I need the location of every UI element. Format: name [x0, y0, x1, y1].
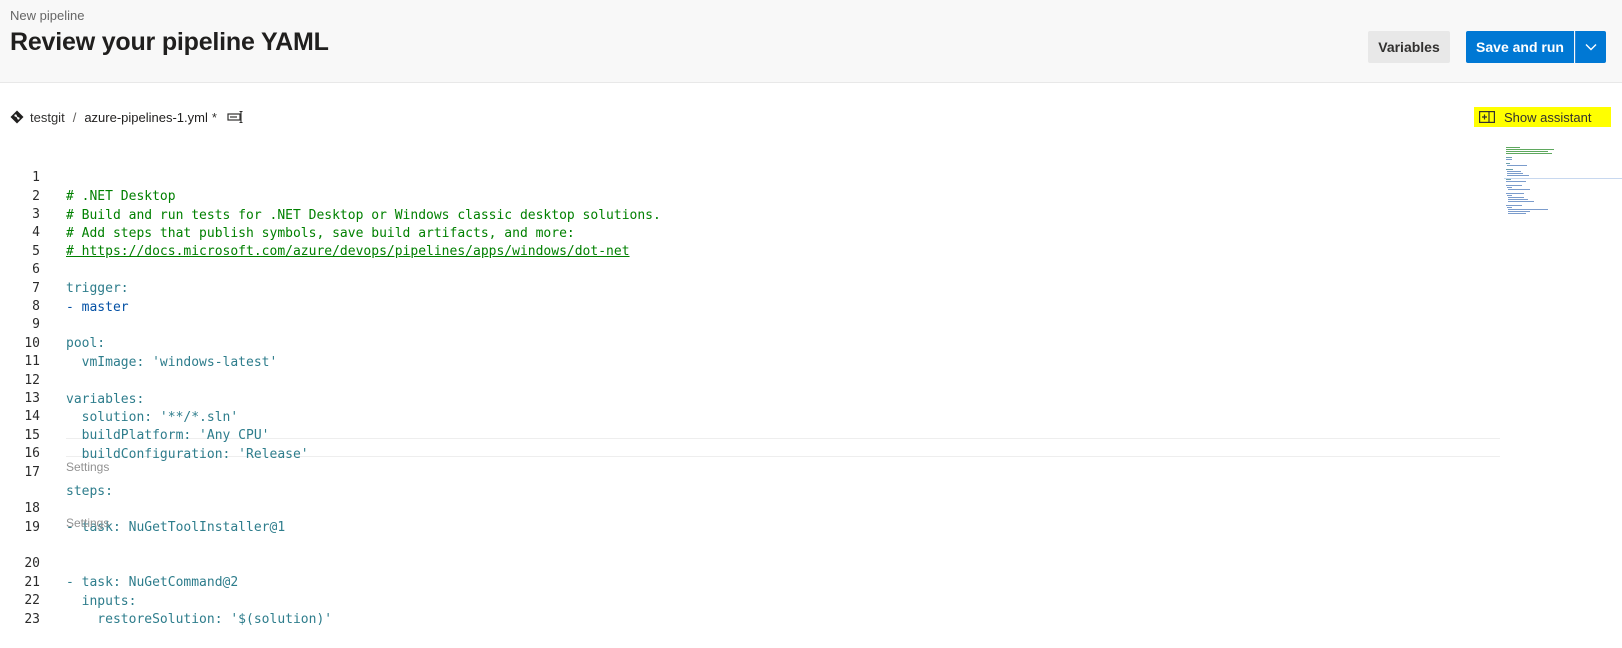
code-line[interactable]: 19: [0, 499, 1500, 535]
code-line[interactable]: 4 # https://docs.microsoft.com/azure/dev…: [0, 204, 1500, 259]
save-and-run-button[interactable]: Save and run: [1466, 31, 1574, 63]
settings-codelens[interactable]: Settings: [66, 516, 109, 530]
save-and-run-dropdown-button[interactable]: [1575, 31, 1606, 63]
code-line[interactable]: 17 steps:: [0, 444, 1500, 499]
file-name: azure-pipelines-1.yml: [84, 109, 208, 125]
show-assistant-label: Show assistant: [1504, 109, 1592, 125]
page-title: Review your pipeline YAML: [10, 28, 329, 56]
show-assistant-button[interactable]: Show assistant: [1474, 107, 1611, 127]
variables-button[interactable]: Variables: [1368, 31, 1450, 63]
rename-file-icon[interactable]: [227, 110, 245, 124]
code-text: restoreSolution: '$(solution)': [66, 612, 333, 627]
code-line[interactable]: 20 - task: NuGetCommand@2: [0, 535, 1500, 590]
code-line[interactable]: 16: [0, 425, 1500, 461]
settings-codelens[interactable]: Settings: [66, 460, 109, 474]
page-header: New pipeline Review your pipeline YAML V…: [0, 0, 1622, 83]
code-line[interactable]: 6 trigger:: [0, 241, 1500, 296]
code-line[interactable]: 10 vmImage: 'windows-latest': [0, 315, 1500, 370]
code-line[interactable]: 18 - task: NuGetToolInstaller@1: [0, 480, 1500, 535]
unsaved-marker: *: [211, 109, 217, 125]
code-line[interactable]: 12 variables:: [0, 352, 1500, 407]
chevron-down-icon: [1585, 44, 1597, 51]
code-line[interactable]: 22 restoreSolution: '$(solution)': [0, 572, 1500, 627]
line-number: 23: [24, 612, 40, 627]
page-subtitle: New pipeline: [10, 8, 85, 23]
code-line[interactable]: 7 - master: [0, 260, 1500, 315]
repo-name[interactable]: testgit: [30, 110, 65, 125]
file-breadcrumb: testgit / azure-pipelines-1.yml *: [10, 105, 245, 129]
code-line[interactable]: 3 # Add steps that publish symbols, save…: [0, 186, 1500, 241]
minimap-lines: [1506, 147, 1554, 214]
code-line[interactable]: 23: [0, 591, 1500, 627]
code-line[interactable]: 13 solution: '**/*.sln': [0, 370, 1500, 425]
breadcrumb-separator: /: [72, 109, 77, 125]
git-repo-icon: [10, 110, 24, 124]
code-minimap[interactable]: [1504, 146, 1622, 626]
code-line[interactable]: 11: [0, 333, 1500, 369]
code-line[interactable]: 21 inputs:: [0, 554, 1500, 609]
assistant-panel-icon: [1479, 111, 1495, 123]
code-line[interactable]: 1 # .NET Desktop: [0, 149, 1500, 204]
code-line[interactable]: 15 buildConfiguration: 'Release': [0, 407, 1500, 462]
code-line[interactable]: 14 buildPlatform: 'Any CPU': [0, 388, 1500, 443]
code-line[interactable]: 2 # Build and run tests for .NET Desktop…: [0, 168, 1500, 223]
yaml-editor[interactable]: 1 # .NET Desktop 2 # Build and run tests…: [0, 146, 1500, 627]
code-line[interactable]: 9 pool:: [0, 296, 1500, 351]
code-line[interactable]: 5: [0, 223, 1500, 259]
code-line[interactable]: 8: [0, 278, 1500, 314]
